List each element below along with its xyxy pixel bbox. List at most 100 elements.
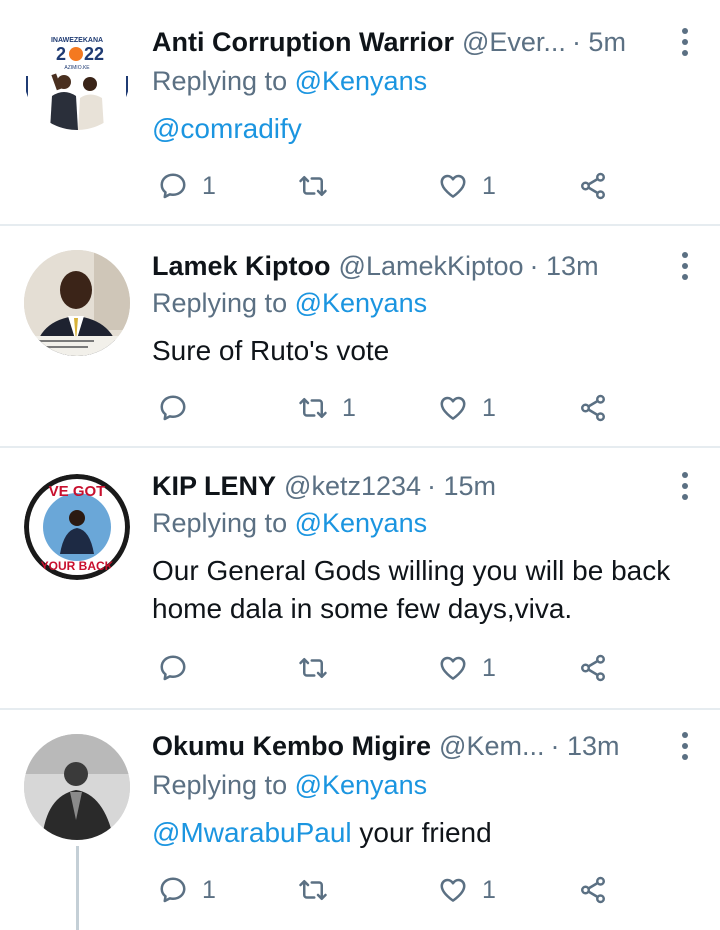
more-icon[interactable] xyxy=(670,726,700,766)
more-icon[interactable] xyxy=(670,22,700,62)
tweet-item[interactable]: VE GOT YOUR BACK KIP LENY @ketz1234 · 15… xyxy=(0,448,720,710)
share-icon xyxy=(578,875,608,905)
like-icon xyxy=(438,171,468,201)
badge-avatar-image: VE GOT YOUR BACK xyxy=(24,474,130,580)
tweet-actions: 1 1 xyxy=(152,870,622,910)
display-name[interactable]: Okumu Kembo Migire xyxy=(152,731,431,762)
like-icon xyxy=(438,653,468,683)
thread-connector xyxy=(76,846,79,930)
replying-to-link[interactable]: @Kenyans xyxy=(295,508,427,538)
like-button[interactable]: 1 xyxy=(438,388,496,428)
retweet-button[interactable] xyxy=(298,870,342,910)
timestamp[interactable]: · 13m xyxy=(550,731,619,762)
like-icon xyxy=(438,393,468,423)
tweet-body: your friend xyxy=(351,817,492,848)
user-handle[interactable]: @Ever... xyxy=(462,27,566,58)
replying-to-link[interactable]: @Kenyans xyxy=(295,770,427,800)
reply-count: 1 xyxy=(202,171,216,200)
reply-icon xyxy=(158,171,188,201)
mention-link[interactable]: @MwarabuPaul xyxy=(152,817,352,848)
replying-to: Replying to @Kenyans xyxy=(152,508,427,539)
mention-link[interactable]: @comradify xyxy=(152,113,302,144)
tweet-body: Sure of Ruto's vote xyxy=(152,335,390,366)
like-button[interactable]: 1 xyxy=(438,166,496,206)
like-count: 1 xyxy=(482,393,496,422)
tweet-actions: 1 1 xyxy=(152,388,622,428)
avatar[interactable] xyxy=(24,250,130,356)
reply-feed: INAWEZEKANA 2 22 AZIMIO.KE Anti Corrupti… xyxy=(0,0,720,930)
replying-label: Replying to xyxy=(152,770,288,800)
share-button[interactable] xyxy=(578,870,608,910)
reply-button[interactable]: 1 xyxy=(158,166,216,206)
svg-text:AZIMIO.KE: AZIMIO.KE xyxy=(64,65,90,71)
display-name[interactable]: KIP LENY xyxy=(152,471,276,502)
retweet-button[interactable]: 1 xyxy=(298,388,356,428)
like-button[interactable]: 1 xyxy=(438,648,496,688)
user-handle[interactable]: @ketz1234 xyxy=(284,471,421,502)
tweet-text: Sure of Ruto's vote xyxy=(152,332,690,370)
retweet-icon xyxy=(298,171,328,201)
avatar[interactable]: VE GOT YOUR BACK xyxy=(24,474,130,580)
replying-to: Replying to @Kenyans xyxy=(152,770,427,801)
svg-text:YOUR BACK: YOUR BACK xyxy=(41,559,114,573)
retweet-button[interactable] xyxy=(298,166,342,206)
replying-to-link[interactable]: @Kenyans xyxy=(295,66,427,96)
tweet-item[interactable]: Lamek Kiptoo @LamekKiptoo · 13m Replying… xyxy=(0,226,720,448)
timestamp[interactable]: · 15m xyxy=(427,471,496,502)
tweet-header: Lamek Kiptoo @LamekKiptoo · 13m xyxy=(152,246,700,286)
tweet-actions: 1 1 xyxy=(152,166,622,206)
retweet-button[interactable] xyxy=(298,648,342,688)
more-icon[interactable] xyxy=(670,466,700,506)
more-icon[interactable] xyxy=(670,246,700,286)
share-button[interactable] xyxy=(578,648,608,688)
display-name[interactable]: Anti Corruption Warrior xyxy=(152,27,454,58)
profile-photo xyxy=(24,250,130,356)
svg-text:INAWEZEKANA: INAWEZEKANA xyxy=(51,37,103,44)
share-button[interactable] xyxy=(578,166,608,206)
svg-text:22: 22 xyxy=(84,44,104,64)
user-handle[interactable]: @Kem... xyxy=(439,731,544,762)
share-button[interactable] xyxy=(578,388,608,428)
replying-label: Replying to xyxy=(152,288,288,318)
display-name[interactable]: Lamek Kiptoo xyxy=(152,251,331,282)
replying-to: Replying to @Kenyans xyxy=(152,288,427,319)
tweet-header: Okumu Kembo Migire @Kem... · 13m xyxy=(152,726,700,766)
profile-photo xyxy=(24,734,130,840)
reply-button[interactable]: 1 xyxy=(158,870,216,910)
tweet-item[interactable]: Okumu Kembo Migire @Kem... · 13m Replyin… xyxy=(0,710,720,930)
retweet-icon xyxy=(298,653,328,683)
reply-button[interactable] xyxy=(158,388,202,428)
retweet-icon xyxy=(298,875,328,905)
tweet-text: @MwarabuPaul your friend xyxy=(152,814,690,852)
reply-count: 1 xyxy=(202,875,216,904)
like-count: 1 xyxy=(482,875,496,904)
avatar[interactable]: INAWEZEKANA 2 22 AZIMIO.KE xyxy=(24,24,130,130)
replying-to-link[interactable]: @Kenyans xyxy=(295,288,427,318)
reply-button[interactable] xyxy=(158,648,202,688)
timestamp[interactable]: · 5m xyxy=(572,27,626,58)
user-handle[interactable]: @LamekKiptoo xyxy=(339,251,524,282)
replying-to: Replying to @Kenyans xyxy=(152,66,427,97)
tweet-body: Our General Gods willing you will be bac… xyxy=(152,555,671,624)
like-icon xyxy=(438,875,468,905)
like-count: 1 xyxy=(482,171,496,200)
retweet-icon xyxy=(298,393,328,423)
replying-label: Replying to xyxy=(152,66,288,96)
retweet-count: 1 xyxy=(342,393,356,422)
tweet-header: Anti Corruption Warrior @Ever... · 5m xyxy=(152,22,700,62)
reply-icon xyxy=(158,653,188,683)
tweet-text: Our General Gods willing you will be bac… xyxy=(152,552,690,628)
reply-icon xyxy=(158,393,188,423)
like-button[interactable]: 1 xyxy=(438,870,496,910)
svg-text:VE GOT: VE GOT xyxy=(49,483,106,500)
tweet-actions: 1 xyxy=(152,648,622,688)
avatar[interactable] xyxy=(24,734,130,840)
like-count: 1 xyxy=(482,653,496,682)
share-icon xyxy=(578,393,608,423)
timestamp[interactable]: · 13m xyxy=(530,251,599,282)
tweet-header: KIP LENY @ketz1234 · 15m xyxy=(152,466,700,506)
share-icon xyxy=(578,653,608,683)
tweet-text: @comradify xyxy=(152,110,690,148)
tweet-item[interactable]: INAWEZEKANA 2 22 AZIMIO.KE Anti Corrupti… xyxy=(0,0,720,226)
replying-label: Replying to xyxy=(152,508,288,538)
